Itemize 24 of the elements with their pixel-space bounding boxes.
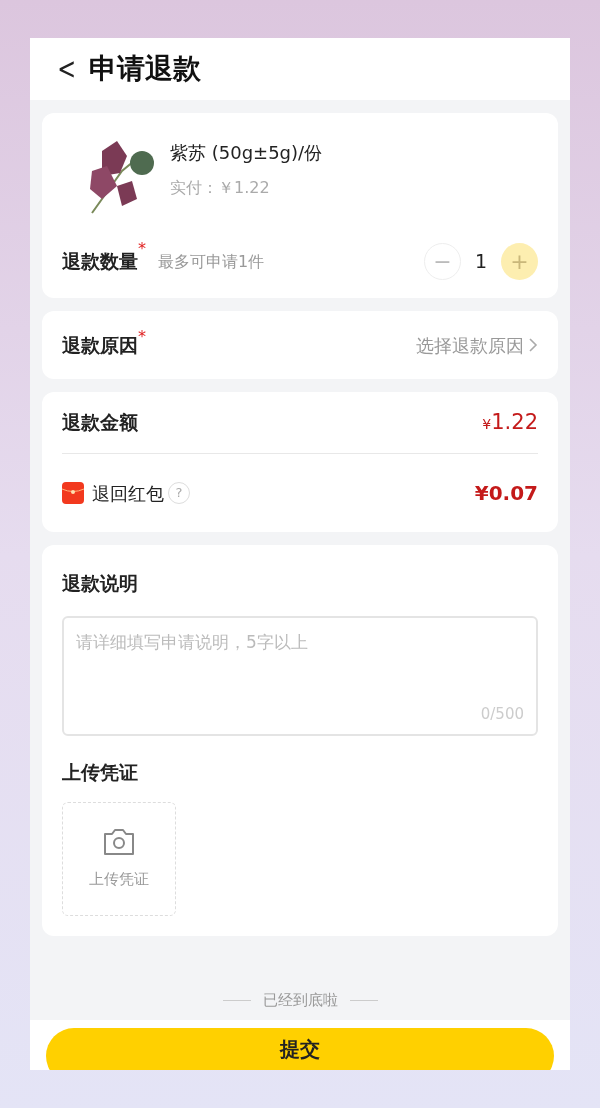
explanation-label: 退款说明	[62, 571, 139, 596]
submit-button[interactable]: 提交	[46, 1028, 554, 1070]
amount-label: 退款金额	[62, 410, 138, 436]
quantity-value: 1	[475, 249, 487, 275]
page-title: 申请退款	[89, 51, 202, 87]
bonus-refund-label: 退回红包	[92, 481, 164, 506]
end-note: 已经到底啦	[262, 993, 338, 1008]
bonus-refund-amount: ¥0.07	[474, 480, 538, 507]
refund-amount: ¥1.22	[482, 408, 538, 436]
reason-label: 退款原因	[62, 333, 138, 358]
chevron-right-icon	[528, 337, 538, 353]
back-button[interactable]: <	[57, 54, 76, 84]
reason-selector[interactable]: 退款原因* 选择退款原因	[42, 311, 558, 379]
paid-amount: 实付：￥1.22	[170, 177, 271, 199]
required-mark: *	[138, 238, 146, 260]
quantity-hint: 最多可申请1件	[158, 250, 265, 273]
envelope-icon	[62, 482, 84, 504]
camera-icon	[102, 827, 136, 856]
product-name: 紫苏 (50g±5g)/份	[170, 141, 323, 165]
upload-button[interactable]: 上传凭证	[62, 802, 176, 916]
required-mark: *	[138, 326, 146, 346]
upload-label: 上传凭证	[62, 759, 139, 785]
reason-placeholder: 选择退款原因	[416, 333, 524, 358]
quantity-label: 退款数量	[62, 249, 138, 275]
